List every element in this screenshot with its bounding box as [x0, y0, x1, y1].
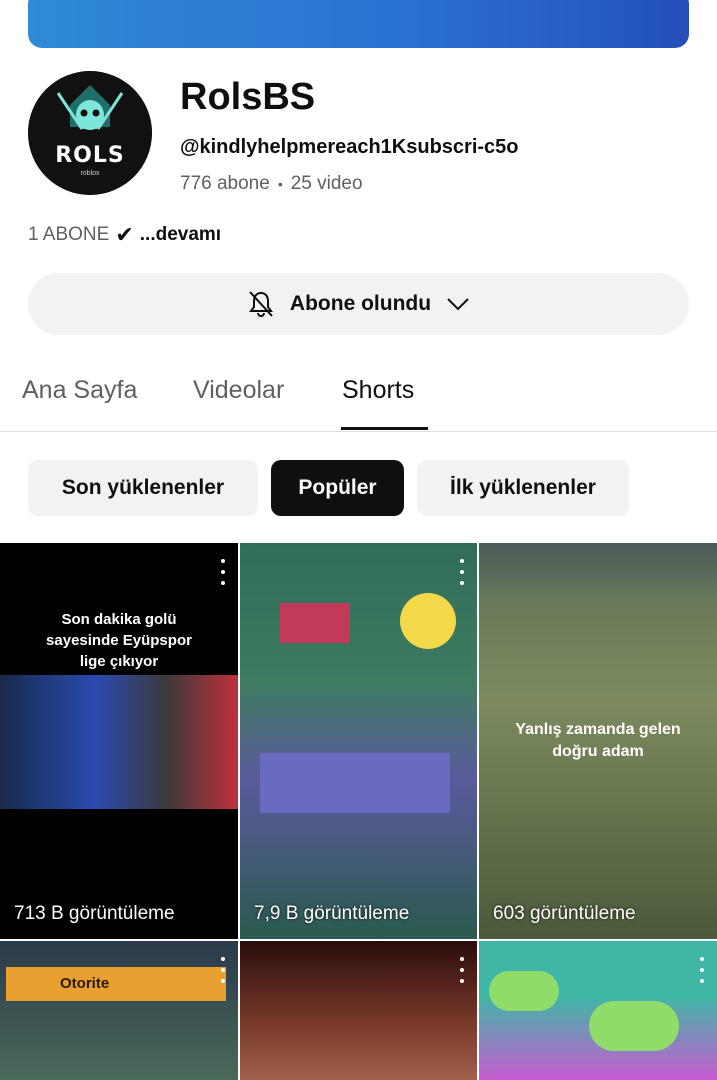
- match-photo: [0, 675, 238, 809]
- channel-banner[interactable]: [28, 0, 689, 48]
- checkmark-icon: ✔: [115, 222, 134, 247]
- short-thumbnail[interactable]: [479, 941, 717, 1080]
- view-count: 7,9 B görüntüleme: [254, 903, 410, 924]
- game-bush: [489, 971, 559, 1011]
- game-block: [280, 603, 350, 643]
- channel-avatar[interactable]: ROLS roblox: [28, 71, 152, 195]
- filter-popular[interactable]: Popüler: [271, 460, 404, 516]
- view-count: 603 görüntüleme: [493, 903, 636, 924]
- tab-shorts[interactable]: Shorts: [342, 376, 414, 405]
- chevron-down-icon: [447, 298, 469, 311]
- channel-name: RolsBS: [180, 76, 316, 118]
- bell-off-icon: [248, 291, 273, 318]
- tab-videos[interactable]: Videolar: [193, 376, 284, 405]
- game-bush: [589, 1001, 679, 1051]
- short-thumbnail[interactable]: Otorite: [0, 941, 238, 1080]
- more-options-icon[interactable]: [218, 559, 228, 585]
- short-overlay-text: Son dakika golü sayesinde Eyüpspor lige …: [46, 611, 192, 670]
- description-more-link[interactable]: ...devamı: [140, 224, 221, 246]
- channel-handle: @kindlyhelpmereach1Ksubscri-c5o: [180, 136, 519, 158]
- subscribed-label: Abone olundu: [289, 292, 432, 315]
- channel-tabs: Ana Sayfa Videolar Shorts: [0, 360, 717, 432]
- tab-home[interactable]: Ana Sayfa: [22, 376, 137, 405]
- short-thumbnail[interactable]: 7,9 B görüntüleme: [240, 543, 477, 939]
- avatar-logo-subtext: roblox: [80, 170, 100, 177]
- filter-latest[interactable]: Son yüklenenler: [28, 460, 258, 516]
- more-options-icon[interactable]: [697, 957, 707, 983]
- short-thumbnail[interactable]: Yanlış zamanda gelen doğru adam 603 görü…: [479, 543, 717, 939]
- subscribed-button[interactable]: Abone olundu: [28, 273, 689, 335]
- active-tab-indicator: [341, 427, 428, 430]
- game-banner: [6, 967, 226, 1001]
- game-block: [260, 753, 450, 813]
- short-thumbnail[interactable]: Son dakika golü sayesinde Eyüpspor lige …: [0, 543, 238, 939]
- channel-stats: 776 abone • 25 video: [180, 173, 363, 195]
- view-count: 713 B görüntüleme: [14, 903, 175, 924]
- channel-description[interactable]: 1 ABONE ✔ ...devamı: [28, 222, 221, 248]
- more-options-icon[interactable]: [218, 957, 228, 983]
- more-options-icon[interactable]: [457, 559, 467, 585]
- short-thumbnail[interactable]: [240, 941, 477, 1080]
- more-options-icon[interactable]: [457, 957, 467, 983]
- subscriber-count: 776 abone: [180, 173, 270, 194]
- video-count: 25 video: [290, 173, 363, 194]
- avatar-logo-text: ROLS: [55, 143, 125, 168]
- filter-oldest[interactable]: İlk yüklenenler: [417, 460, 629, 516]
- short-overlay-text: Yanlış zamanda gelen doğru adam: [515, 721, 681, 761]
- description-text: 1 ABONE: [28, 224, 110, 245]
- separator-dot: •: [277, 176, 283, 192]
- emoji-icon: [400, 593, 456, 649]
- short-overlay-text: Otorite: [60, 975, 110, 992]
